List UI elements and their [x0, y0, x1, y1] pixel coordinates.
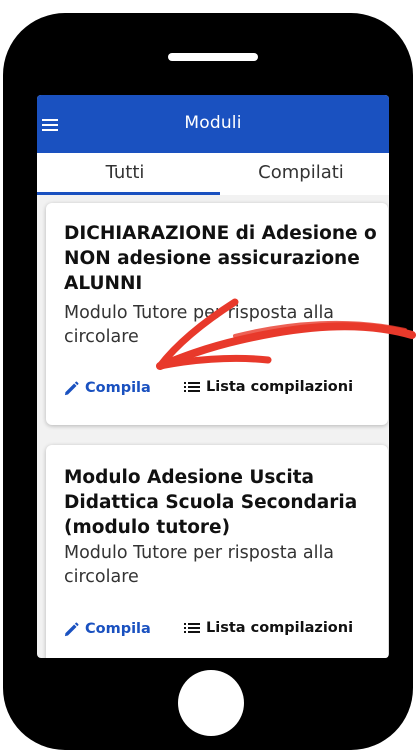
card-subtitle: Modulo Tutore per risposta alla circolar… — [64, 303, 335, 347]
compila-label: Compila — [85, 380, 151, 396]
pencil-icon — [64, 622, 79, 636]
lista-compilazioni-button[interactable]: Lista compilazioni — [184, 620, 353, 636]
card-subtitle: Modulo Tutore per risposta alla circolar… — [64, 543, 335, 587]
tab-bar: Tutti Compilati — [37, 153, 389, 195]
compila-label: Compila — [85, 621, 151, 637]
module-card: Modulo Adesione Uscita Didattica Scuola … — [46, 445, 388, 658]
list-icon — [184, 622, 200, 634]
tab-tutti[interactable]: Tutti — [37, 153, 213, 195]
compila-button[interactable]: Compila — [64, 621, 151, 637]
app-title: Moduli — [184, 113, 242, 133]
compila-button[interactable]: Compila — [64, 380, 151, 396]
card-title: Modulo Adesione Uscita Didattica Scuola … — [64, 467, 358, 538]
lista-label: Lista compilazioni — [206, 379, 354, 395]
app-bar: Moduli — [37, 95, 389, 153]
active-tab-indicator — [37, 192, 220, 195]
tab-compilati[interactable]: Compilati — [213, 153, 389, 195]
home-button[interactable] — [178, 670, 244, 736]
phone-speaker — [168, 53, 258, 61]
pencil-icon — [64, 381, 79, 395]
lista-label: Lista compilazioni — [206, 620, 354, 636]
phone-frame: Moduli Tutti Compilati DICHIARAZIONE di … — [3, 13, 413, 750]
module-card: DICHIARAZIONE di Adesione o NON adesione… — [46, 203, 388, 425]
app-screen: Moduli Tutti Compilati DICHIARAZIONE di … — [37, 95, 389, 658]
lista-compilazioni-button[interactable]: Lista compilazioni — [184, 379, 353, 395]
card-title: DICHIARAZIONE di Adesione o NON adesione… — [64, 223, 377, 294]
list-icon — [184, 381, 200, 393]
